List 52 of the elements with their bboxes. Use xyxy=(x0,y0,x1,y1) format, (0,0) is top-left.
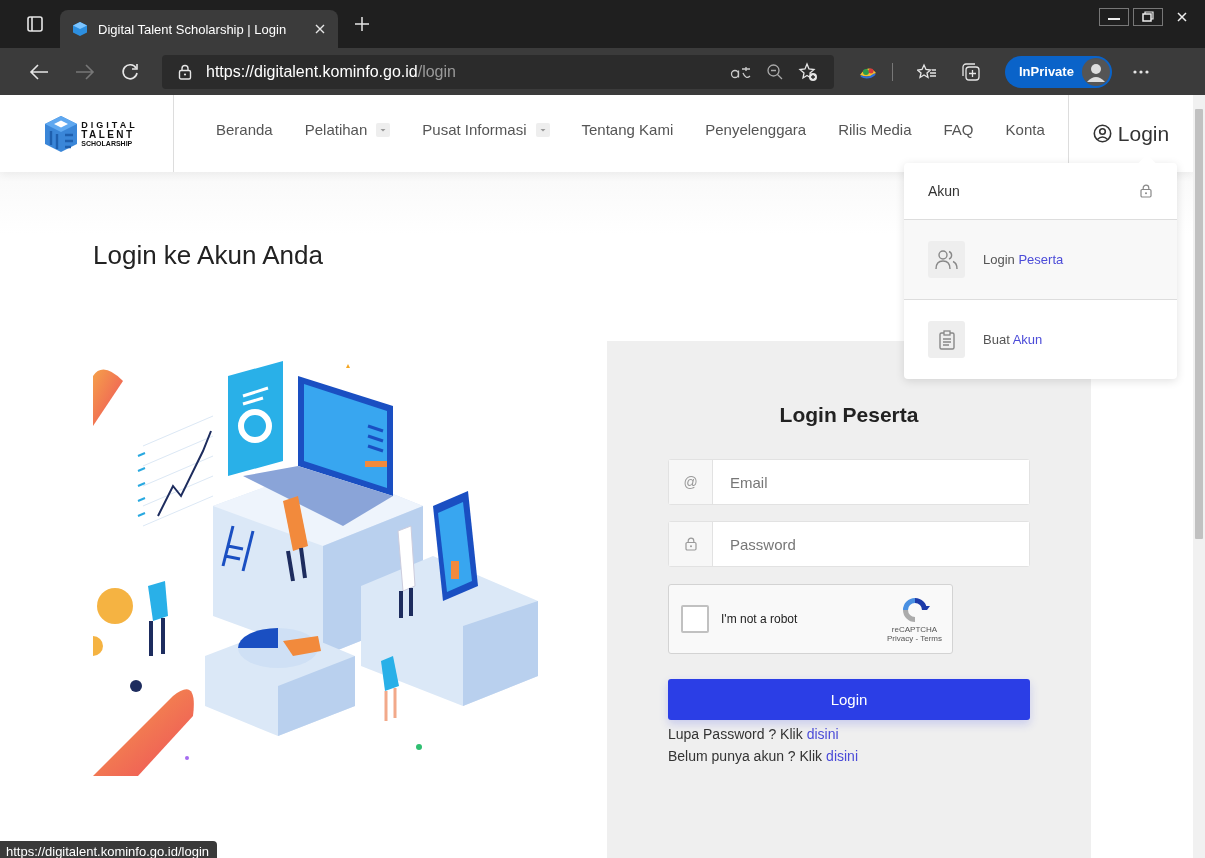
captcha-brand: reCAPTCHA xyxy=(891,625,938,634)
menu-item[interactable]: Buat Akun xyxy=(904,300,1177,379)
nav-link[interactable]: Pelatihan xyxy=(304,121,391,138)
back-icon[interactable] xyxy=(28,61,50,82)
captcha-checkbox[interactable] xyxy=(681,605,709,633)
users-icon xyxy=(933,248,960,271)
nav-link[interactable]: Konta xyxy=(1005,121,1045,138)
form-title: Login Peserta xyxy=(778,403,920,427)
scrollbar[interactable] xyxy=(1193,95,1205,858)
nav-link[interactable]: Pusat Informasi xyxy=(422,121,550,138)
new-tab-icon[interactable] xyxy=(354,16,370,32)
cube-logo-icon[interactable] xyxy=(43,114,80,153)
avatar-icon xyxy=(1081,57,1110,86)
help-text: Lupa Password ? Klik xyxy=(668,726,803,742)
restore-icon[interactable] xyxy=(1133,8,1163,26)
clipboard-icon xyxy=(937,329,956,350)
menu-title: Akun xyxy=(928,183,960,199)
inprivate-button[interactable]: InPrivate xyxy=(1005,55,1112,88)
add-favorite-icon[interactable] xyxy=(798,61,818,82)
page-title: Login ke Akun Anda xyxy=(93,240,323,271)
close-icon[interactable] xyxy=(314,23,326,35)
lock-icon xyxy=(178,63,192,80)
more-icon[interactable] xyxy=(1131,68,1150,75)
login-link[interactable]: Login xyxy=(1092,121,1170,146)
nav-link[interactable]: Rilis Media xyxy=(838,121,912,138)
refresh-icon[interactable] xyxy=(120,61,140,82)
tab-title: Digital Talent Scholarship | Login xyxy=(98,21,288,37)
menu-item[interactable]: Login Peserta xyxy=(904,220,1177,300)
scrollbar-thumb[interactable] xyxy=(1195,109,1203,539)
favorites-icon[interactable] xyxy=(917,62,937,81)
nav-link[interactable]: Tentang Kami xyxy=(581,121,674,138)
captcha-label: I'm not a robot xyxy=(721,612,799,626)
address-bar[interactable]: https://digitalent.kominfo.go.id/login xyxy=(162,54,834,89)
user-circle-icon xyxy=(1092,124,1112,143)
collections-icon[interactable] xyxy=(961,61,981,82)
help-link[interactable]: disini xyxy=(826,748,858,764)
help-text: Belum punya akun ? Klik xyxy=(668,748,823,764)
zoom-out-icon[interactable] xyxy=(766,62,784,81)
url-text: https://digitalent.kominfo.go.id/login xyxy=(206,62,456,81)
status-url: https://digitalent.kominfo.go.id/login xyxy=(0,841,218,858)
cube-icon xyxy=(72,21,88,37)
nav-link[interactable]: FAQ xyxy=(943,121,974,138)
nav-link[interactable]: Penyelenggara xyxy=(705,121,807,138)
forward-icon[interactable] xyxy=(74,61,96,82)
lock-icon xyxy=(1140,184,1152,198)
login-button[interactable]: Login xyxy=(668,679,1030,720)
browser-tab[interactable]: Digital Talent Scholarship | Login xyxy=(60,10,338,48)
captcha-links: Privacy - Terms xyxy=(887,634,942,643)
nav-link[interactable]: Beranda xyxy=(216,121,273,138)
tab-actions-icon[interactable] xyxy=(26,15,44,33)
help-link[interactable]: disini xyxy=(806,726,839,742)
minimize-icon[interactable] xyxy=(1099,8,1129,26)
